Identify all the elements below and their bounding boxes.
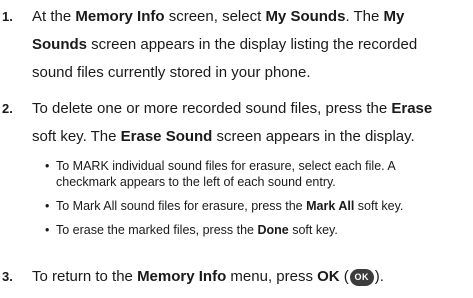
bold-term: Mark All — [306, 199, 355, 213]
bold-term: OK — [317, 268, 340, 285]
text-run: To erase the marked files, press the — [56, 223, 258, 237]
bold-term: Memory Info — [137, 268, 227, 285]
bullet-list: • To MARK individual sound files for eras… — [45, 158, 470, 238]
bold-term: My — [383, 8, 405, 25]
text-run: sound files currently stored in your pho… — [32, 64, 311, 81]
text-line: To MARK individual sound files for erasu… — [56, 158, 470, 174]
step-number: 1. — [2, 9, 13, 24]
bullet-item: • To erase the marked files, press the Do… — [45, 222, 470, 238]
bullet-icon: • — [45, 223, 50, 237]
text-line: sound files currently stored in your pho… — [32, 59, 468, 87]
ok-key-icon: OK — [349, 268, 374, 286]
text-run: . The — [345, 8, 384, 25]
step-number: 3. — [2, 269, 13, 284]
text-run: soft key. — [288, 223, 338, 237]
text-run: soft key. The — [32, 128, 121, 145]
bold-term: Memory Info — [75, 8, 165, 25]
text-run: screen appears in the display listing th… — [87, 36, 418, 53]
text-line: To Mark All sound files for erasure, pre… — [56, 198, 470, 214]
step-number: 2. — [2, 101, 13, 116]
text-line: Sounds screen appears in the display lis… — [32, 31, 468, 59]
text-line: At the Memory Info screen, select My Sou… — [32, 3, 468, 31]
bullet-item: • To Mark All sound files for erasure, pr… — [45, 198, 470, 214]
text-line: soft key. The Erase Sound screen appears… — [32, 123, 468, 151]
text-run: ( — [339, 268, 349, 285]
text-line: To delete one or more recorded sound fil… — [32, 95, 468, 123]
step-text: To return to the Memory Info menu, press… — [32, 263, 468, 291]
text-run: checkmark appears to the left of each so… — [56, 175, 336, 189]
bold-term: Sounds — [32, 36, 87, 53]
text-run: To return to the — [32, 268, 138, 285]
bullet-icon: • — [45, 199, 50, 213]
step-text: At the Memory Info screen, select My Sou… — [32, 3, 468, 87]
text-run: To MARK individual sound files for erasu… — [56, 159, 396, 173]
bold-term: My Sounds — [265, 8, 346, 25]
step-text: To delete one or more recorded sound fil… — [32, 95, 468, 151]
bullet-icon: • — [45, 159, 50, 173]
bold-term: Erase — [391, 100, 433, 117]
text-line: To return to the Memory Info menu, press… — [32, 263, 468, 291]
text-run: screen, select — [164, 8, 266, 25]
bullet-item: • To MARK individual sound files for eras… — [45, 158, 470, 190]
text-run: screen appears in the display. — [212, 128, 415, 145]
bold-term: Done — [257, 223, 289, 237]
bold-term: Erase Sound — [120, 128, 213, 145]
text-run: soft key. — [354, 199, 404, 213]
text-line: checkmark appears to the left of each so… — [56, 174, 470, 190]
text-run: menu, press — [226, 268, 318, 285]
text-run: To delete one or more recorded sound fil… — [32, 100, 392, 117]
text-run: ). — [374, 268, 384, 285]
text-line: To erase the marked files, press the Don… — [56, 222, 470, 238]
text-run: At the — [32, 8, 76, 25]
text-run: To Mark All sound files for erasure, pre… — [56, 199, 307, 213]
